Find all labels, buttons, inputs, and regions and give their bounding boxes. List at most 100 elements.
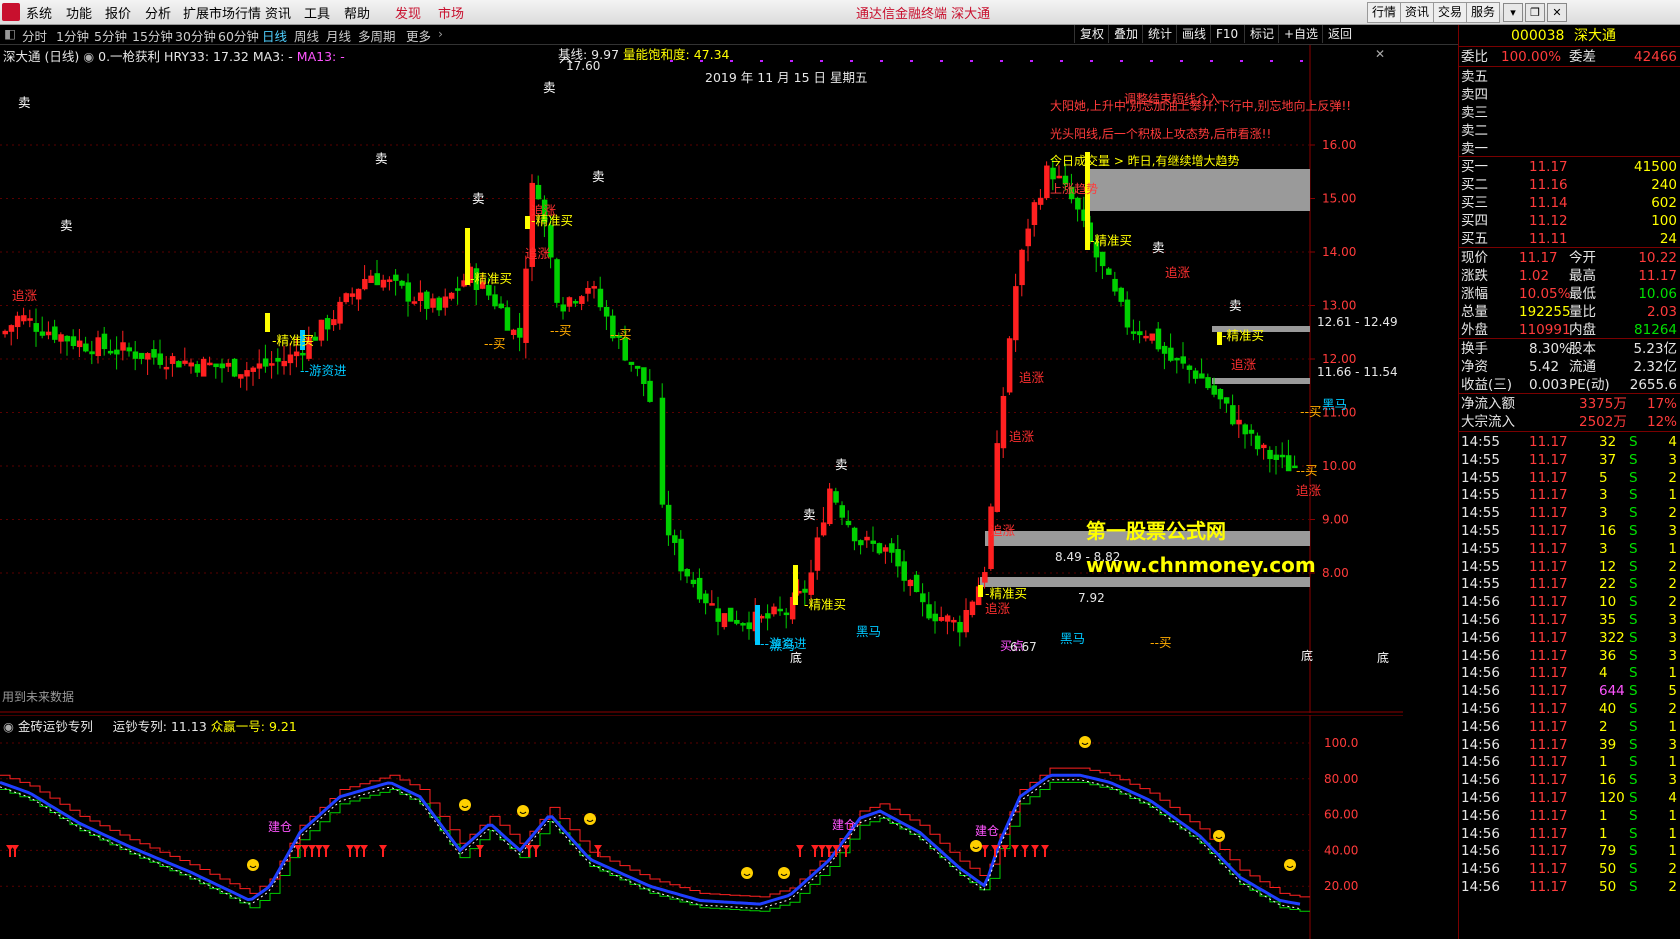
- menu-analysis[interactable]: 分析: [145, 3, 171, 22]
- btn-draw[interactable]: 画线: [1176, 25, 1211, 43]
- y-tick-label: 14.00: [1322, 245, 1356, 259]
- bid-price: 11.11: [1529, 231, 1568, 247]
- candle-body: [820, 522, 827, 536]
- tick-count: 2: [1668, 701, 1677, 717]
- tick-volume: 35: [1599, 612, 1617, 628]
- tick-price: 11.17: [1529, 540, 1568, 557]
- btn-f10[interactable]: F10: [1210, 25, 1243, 43]
- tick-time: 14:55: [1461, 540, 1500, 557]
- menu-discover[interactable]: 发现: [395, 3, 421, 22]
- sub-indicator-chart[interactable]: 100.0 80.00 60.00 40.00 20.00 建仓 建仓 建仓 ◉ 金砖运钞专列…: [0, 715, 1403, 939]
- tab-multi-period[interactable]: 多周期: [358, 26, 396, 45]
- menu-tools[interactable]: 工具: [304, 3, 330, 22]
- sub-indicator-title: 金砖运钞专列: [17, 719, 93, 734]
- menu-function[interactable]: 功能: [66, 3, 92, 22]
- candle-body: [194, 364, 201, 373]
- top-dot-marker: [1000, 60, 1003, 62]
- tab-60min[interactable]: 60分钟: [218, 26, 259, 45]
- candle-body: [1217, 389, 1224, 400]
- settings-icon[interactable]: ▾: [1503, 3, 1523, 22]
- price-range-band: [980, 577, 1310, 587]
- tick-price: 11.17: [1529, 629, 1568, 646]
- signal-label: 追涨: [525, 246, 551, 261]
- menu-extended-market[interactable]: 扩展市场行情: [183, 3, 261, 22]
- candle-body: [362, 279, 368, 290]
- candle-body: [969, 601, 976, 616]
- y-tick-label: 15.00: [1322, 192, 1356, 206]
- btn-service-tab[interactable]: 服务: [1466, 2, 1501, 23]
- tick-price: 11.17: [1529, 701, 1568, 717]
- candle-body: [39, 331, 46, 336]
- stat-row: 现价 11.17 今开 10.22: [1459, 249, 1680, 267]
- btn-mark[interactable]: 标记: [1244, 25, 1279, 43]
- candle-body: [101, 333, 108, 350]
- menu-market[interactable]: 市场: [438, 3, 464, 22]
- btn-adjust[interactable]: 复权: [1074, 25, 1109, 43]
- stock-code: 000038: [1511, 28, 1565, 44]
- menu-system[interactable]: 系统: [26, 3, 52, 22]
- stat-value: 81264: [1634, 322, 1677, 338]
- tick-time: 14:56: [1461, 772, 1500, 789]
- tick-side: S: [1629, 879, 1638, 895]
- tick-row: 14:56 11.17 10 S 2: [1459, 593, 1680, 611]
- flow-pct: 12%: [1646, 414, 1677, 430]
- tick-time: 14:56: [1461, 683, 1500, 700]
- tab-timeshare[interactable]: 分时: [22, 26, 47, 45]
- tab-1min[interactable]: 1分钟: [56, 26, 89, 45]
- menu-quote[interactable]: 报价: [105, 3, 131, 22]
- tab-more[interactable]: 更多: [406, 26, 431, 45]
- btn-add-watch[interactable]: +自选: [1278, 25, 1323, 43]
- sub-value-1: 运钞专列: 11.13: [112, 719, 207, 734]
- menu-help[interactable]: 帮助: [344, 3, 370, 22]
- tick-price: 11.17: [1529, 647, 1568, 664]
- candle-body: [938, 617, 945, 621]
- tab-daily[interactable]: 日线: [262, 26, 287, 45]
- ma13-value: MA13: -: [296, 49, 345, 64]
- tick-time: 14:55: [1461, 434, 1500, 450]
- tab-weekly[interactable]: 周线: [294, 26, 319, 45]
- btn-back[interactable]: 返回: [1322, 25, 1357, 43]
- btn-trade-tab[interactable]: 交易: [1433, 2, 1468, 23]
- candle-body: [1118, 287, 1124, 302]
- restore-icon[interactable]: ❐: [1525, 3, 1545, 22]
- tick-volume: 37: [1599, 451, 1617, 468]
- ask-label: 卖四: [1461, 87, 1488, 103]
- tick-time: 14:56: [1461, 843, 1500, 860]
- signal-label: -精准买: [531, 213, 573, 228]
- close-icon[interactable]: ✕: [1547, 3, 1567, 22]
- tick-price: 11.17: [1529, 594, 1568, 611]
- kline-chart[interactable]: 16.00 15.00 14.00 13.00 12.00 11.00 10.00 9.00 8…: [0, 45, 1403, 713]
- sub-y-tick-label: 100.0: [1324, 736, 1358, 750]
- candle-body: [324, 318, 331, 330]
- build-position-label: 建仓: [268, 820, 292, 834]
- btn-quote-tab[interactable]: 行情: [1367, 2, 1402, 23]
- candle-body: [269, 363, 275, 366]
- candle-body: [696, 577, 703, 600]
- menu-info[interactable]: 资讯: [265, 3, 291, 22]
- range-label-3: 8.49 - 8.82: [1055, 550, 1121, 564]
- tab-monthly[interactable]: 月线: [326, 26, 351, 45]
- tab-5min[interactable]: 5分钟: [94, 26, 127, 45]
- signal-label: --买: [484, 336, 506, 351]
- btn-info-tab[interactable]: 资讯: [1400, 2, 1435, 23]
- toggle-panel-icon[interactable]: ◧: [4, 26, 16, 41]
- btn-stats[interactable]: 统计: [1142, 25, 1177, 43]
- chart-close-icon[interactable]: ✕: [1375, 47, 1385, 61]
- top-dot-marker: [1120, 60, 1123, 62]
- chevron-right-icon[interactable]: ›: [438, 26, 443, 41]
- indicator-settings-icon[interactable]: ◉: [83, 49, 94, 64]
- sub-y-tick-label: 40.00: [1324, 843, 1358, 857]
- tab-15min[interactable]: 15分钟: [132, 26, 173, 45]
- candle-body: [318, 319, 325, 341]
- candle-body: [287, 354, 294, 364]
- tick-price: 11.17: [1529, 861, 1568, 878]
- tick-volume: 120: [1599, 790, 1625, 806]
- stat-label: 内盘: [1569, 322, 1596, 338]
- sub-indicator-settings-icon[interactable]: ◉: [3, 719, 14, 734]
- candle-body: [231, 358, 238, 377]
- tick-time: 14:55: [1461, 451, 1500, 468]
- tab-30min[interactable]: 30分钟: [175, 26, 216, 45]
- candle-body: [727, 607, 734, 622]
- btn-overlay[interactable]: 叠加: [1108, 25, 1143, 43]
- tick-time: 14:55: [1461, 469, 1500, 486]
